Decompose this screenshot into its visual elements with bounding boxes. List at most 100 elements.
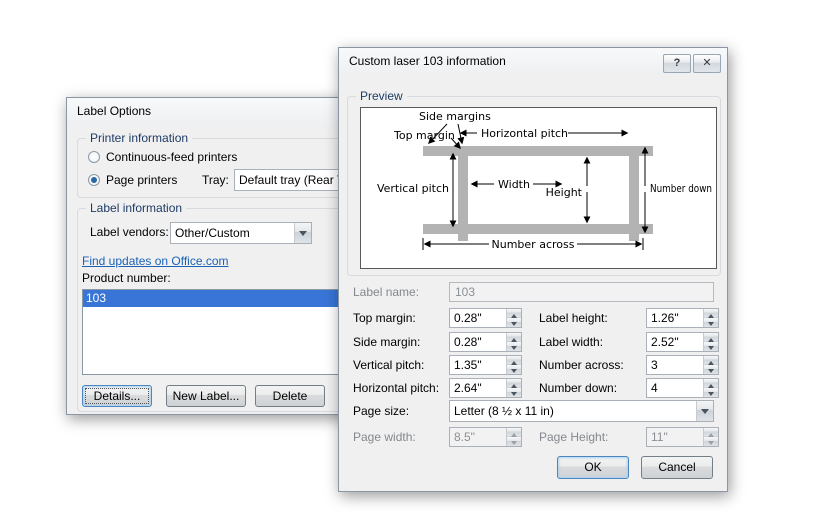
up-arrow-icon	[511, 311, 517, 318]
spin-up-button[interactable]	[704, 333, 718, 342]
number-down-spinner[interactable]: 4	[646, 378, 719, 398]
label-information-caption: Label information	[86, 201, 187, 215]
annotation-width: Width	[498, 178, 530, 191]
help-button[interactable]: ?	[663, 54, 691, 73]
number-down-label: Number down:	[539, 381, 618, 395]
spin-up-button[interactable]	[507, 379, 521, 388]
tray-label: Tray:	[202, 173, 229, 187]
number-down-value: 4	[651, 381, 658, 395]
label-height-spinner[interactable]: 1.26"	[646, 308, 719, 328]
horizontal-pitch-value: 2.64"	[454, 381, 482, 395]
label-vendors-dropdown-button[interactable]	[294, 223, 311, 243]
spin-up-button[interactable]	[507, 356, 521, 365]
label-height-label: Label height:	[539, 311, 608, 325]
number-across-spinner[interactable]: 3	[646, 355, 719, 375]
up-arrow-icon	[708, 430, 714, 437]
up-arrow-icon	[708, 381, 714, 388]
spin-up-button	[704, 428, 718, 437]
label-options-titlebar[interactable]: Label Options	[67, 98, 366, 124]
label-width-label: Label width:	[539, 335, 604, 349]
horizontal-pitch-label: Horizontal pitch:	[353, 381, 440, 395]
custom-label-dialog: Custom laser 103 information ? ✕ Preview	[338, 47, 728, 492]
top-margin-spinner[interactable]: 0.28"	[449, 308, 522, 328]
spin-buttons	[506, 428, 521, 446]
radio-page-printers-label: Page printers	[106, 173, 178, 187]
down-arrow-icon	[511, 392, 517, 399]
page-size-combobox[interactable]: Letter (8 ½ x 11 in)	[449, 400, 714, 422]
product-list-item[interactable]: 103	[83, 290, 351, 307]
ok-button[interactable]: OK	[557, 456, 629, 479]
down-arrow-icon	[511, 346, 517, 353]
close-button[interactable]: ✕	[693, 54, 721, 73]
radio-continuous-feed-label: Continuous-feed printers	[106, 150, 238, 164]
radio-unchecked-icon	[88, 151, 100, 163]
down-arrow-icon	[708, 346, 714, 353]
preview-group: Preview Side margins Top margin Horizont…	[347, 89, 721, 276]
label-name-value: 103	[455, 285, 476, 299]
spin-down-button	[704, 437, 718, 446]
down-arrow-icon	[708, 392, 714, 399]
page-height-spinner: 11"	[646, 427, 719, 447]
top-margin-value: 0.28"	[454, 311, 482, 325]
up-arrow-icon	[708, 311, 714, 318]
spin-up-button[interactable]	[507, 309, 521, 318]
annotation-height: Height	[546, 186, 583, 199]
label-information-group: Label information Label vendors: Other/C…	[77, 201, 357, 412]
page-size-dropdown-button[interactable]	[696, 401, 713, 421]
product-number-label: Product number:	[82, 271, 171, 285]
label-vendors-combobox[interactable]: Other/Custom	[170, 222, 312, 244]
spin-down-button[interactable]	[704, 318, 718, 327]
spin-buttons	[703, 333, 718, 351]
spin-down-button[interactable]	[507, 342, 521, 351]
spin-down-button[interactable]	[507, 318, 521, 327]
cancel-button[interactable]: Cancel	[641, 456, 713, 479]
vertical-pitch-label: Vertical pitch:	[353, 358, 425, 372]
number-across-label: Number across:	[539, 358, 624, 372]
label-options-dialog: Label Options Printer information Contin…	[66, 97, 367, 415]
chevron-down-icon	[299, 231, 307, 240]
product-number-listbox[interactable]: 103	[82, 289, 352, 375]
find-updates-link[interactable]: Find updates on Office.com	[82, 254, 229, 268]
page-size-label: Page size:	[353, 404, 410, 418]
label-width-value: 2.52"	[651, 335, 679, 349]
spin-buttons	[506, 356, 521, 374]
down-arrow-icon	[708, 441, 714, 448]
down-arrow-icon	[708, 369, 714, 376]
spin-buttons	[703, 379, 718, 397]
down-arrow-icon	[511, 441, 517, 448]
delete-button[interactable]: Delete	[255, 385, 325, 407]
vertical-pitch-spinner[interactable]: 1.35"	[449, 355, 522, 375]
spin-up-button[interactable]	[704, 356, 718, 365]
label-diagram-svg: Side margins Top margin Horizontal pitch…	[377, 110, 712, 251]
spin-up-button[interactable]	[507, 333, 521, 342]
up-arrow-icon	[708, 358, 714, 365]
spin-up-button[interactable]	[704, 309, 718, 318]
up-arrow-icon	[511, 335, 517, 342]
label-width-spinner[interactable]: 2.52"	[646, 332, 719, 352]
label-height-value: 1.26"	[651, 311, 679, 325]
spin-up-button	[507, 428, 521, 437]
up-arrow-icon	[511, 381, 517, 388]
new-label-button[interactable]: New Label...	[166, 385, 246, 407]
spin-buttons	[703, 356, 718, 374]
spin-up-button[interactable]	[704, 379, 718, 388]
label-preview-diagram: Side margins Top margin Horizontal pitch…	[360, 107, 717, 269]
page-height-value: 11"	[651, 430, 668, 444]
up-arrow-icon	[511, 430, 517, 437]
label-name-label: Label name:	[353, 285, 420, 299]
details-button[interactable]: Details...	[82, 385, 152, 407]
spin-down-button[interactable]	[704, 388, 718, 397]
spin-down-button[interactable]	[507, 365, 521, 374]
side-margin-spinner[interactable]: 0.28"	[449, 332, 522, 352]
page-height-label: Page Height:	[539, 430, 609, 444]
horizontal-pitch-spinner[interactable]: 2.64"	[449, 378, 522, 398]
chevron-down-icon	[701, 409, 709, 418]
label-options-title: Label Options	[77, 104, 152, 118]
spin-down-button[interactable]	[704, 342, 718, 351]
spin-down-button[interactable]	[704, 365, 718, 374]
custom-label-title: Custom laser 103 information	[349, 54, 506, 68]
up-arrow-icon	[708, 335, 714, 342]
spin-buttons	[506, 333, 521, 351]
spin-buttons	[506, 379, 521, 397]
spin-down-button[interactable]	[507, 388, 521, 397]
